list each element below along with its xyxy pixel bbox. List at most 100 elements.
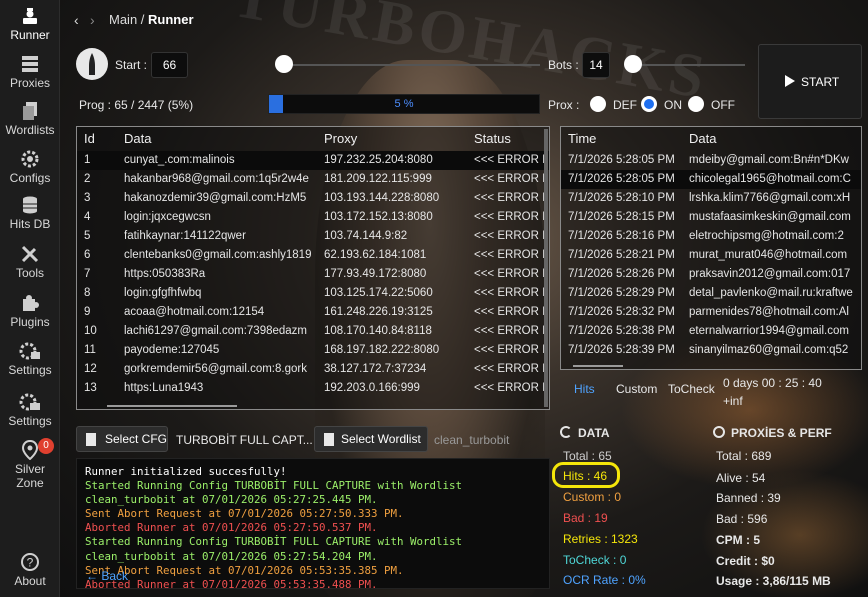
- sidebar-item-tools[interactable]: Tools: [0, 244, 60, 280]
- hits-row[interactable]: 7/1/2026 5:28:10 PM lrshka.klim7766@gmail…: [561, 189, 861, 208]
- hits-table-hscroll[interactable]: [573, 365, 623, 367]
- start-slider-track[interactable]: [280, 64, 540, 66]
- prox-on-label: ON: [664, 98, 682, 112]
- proxy-bad: Bad : 596: [716, 512, 768, 526]
- tab-tocheck[interactable]: ToCheck: [668, 382, 715, 396]
- prox-label: Prox :: [548, 98, 580, 112]
- select-cfg-button[interactable]: Select CFG: [76, 426, 168, 452]
- hits-row[interactable]: 7/1/2026 5:28:29 PM detal_pavlenko@mail.r…: [561, 284, 861, 303]
- back-button[interactable]: ← Back: [86, 569, 128, 583]
- hits-cell-data: eternalwarrior1994@gmail.com: [689, 325, 849, 337]
- table-row[interactable]: 10 lachi61297@gmail.com:7398edazm 108.170.…: [77, 322, 549, 341]
- cell-status: <<< ERROR I: [474, 249, 544, 261]
- sidebar-item-runner[interactable]: Runner: [0, 6, 60, 42]
- hits-row[interactable]: 7/1/2026 5:28:32 PM parmenides78@hotmail.…: [561, 303, 861, 322]
- hits-cell-data: sinanyilmaz60@gmail.com:q52: [689, 344, 849, 356]
- prox-radio-off[interactable]: [688, 96, 704, 112]
- sidebar-item-proxies[interactable]: Proxies: [0, 54, 60, 90]
- data-total: Total : 65: [563, 449, 612, 463]
- table-row[interactable]: 6 clentebanks0@gmail.com:ashly1819 62.193.…: [77, 246, 549, 265]
- log-line: Sent Abort Request at 07/01/2026 05:27:5…: [85, 507, 404, 521]
- hits-cell-data: eletrochipsmg@hotmail.com:2: [689, 230, 844, 242]
- sidebar-item-hits-db[interactable]: Hits DB: [0, 195, 60, 231]
- table-row[interactable]: 3 hakanozdemir39@gmail.com:HzM5 103.193.14…: [77, 189, 549, 208]
- database-icon: [19, 195, 41, 215]
- sidebar-item-configs[interactable]: Configs: [0, 149, 60, 185]
- puzzle-icon: [19, 293, 41, 313]
- table-row[interactable]: 1 cunyat_.com:malinois 197.232.25.204:8080…: [77, 151, 549, 170]
- files-icon: [19, 101, 41, 121]
- cell-status: <<< ERROR I: [474, 306, 544, 318]
- nav-back-icon[interactable]: ‹: [74, 12, 79, 28]
- hits-row[interactable]: 7/1/2026 5:28:21 PM murat_murat046@hotmai…: [561, 246, 861, 265]
- table-row[interactable]: 2 hakanbar968@gmail.com:1q5r2w4e 181.209.1…: [77, 170, 549, 189]
- table-row[interactable]: 9 acoaa@hotmail.com:12154 161.248.226.19:3…: [77, 303, 549, 322]
- file-icon: [324, 433, 334, 446]
- data-table[interactable]: Id Data Proxy Status 1 cunyat_.com:malino…: [76, 126, 550, 410]
- cell-proxy: 168.197.182.222:8080: [324, 344, 440, 356]
- sidebar-item-settings-sb[interactable]: Settings: [0, 341, 60, 377]
- table-row[interactable]: 11 payodeme:127045 168.197.182.222:8080 <<<…: [77, 341, 549, 360]
- log-line: clean_turbobit at 07/01/2026 05:27:25.44…: [85, 493, 378, 507]
- start-input[interactable]: 66: [151, 52, 188, 78]
- cell-id: 8: [84, 287, 91, 299]
- hits-row[interactable]: 7/1/2026 5:28:05 PM mdeiby@gmail.com:Bn#n…: [561, 151, 861, 170]
- bots-slider-track[interactable]: [630, 64, 745, 66]
- hits-cell-time: 7/1/2026 5:28:05 PM: [568, 154, 675, 166]
- cell-status: <<< ERROR I: [474, 154, 544, 166]
- cell-proxy: 161.248.226.19:3125: [324, 306, 433, 318]
- data-table-scrollbar[interactable]: [544, 129, 548, 407]
- cell-data: cunyat_.com:malinois: [124, 154, 235, 166]
- nav-forward-icon[interactable]: ›: [90, 12, 95, 28]
- select-wordlist-button[interactable]: Select Wordlist: [314, 426, 428, 452]
- cell-id: 12: [84, 363, 97, 375]
- cell-data: fatihkaynar:141122qwer: [124, 230, 246, 242]
- table-row[interactable]: 7 https:050383Ra 177.93.49.172:8080 <<< ERR…: [77, 265, 549, 284]
- start-button[interactable]: START: [758, 44, 862, 119]
- sidebar-item-plugins[interactable]: Plugins: [0, 293, 60, 329]
- server-icon: [19, 54, 41, 74]
- notification-badge: 0: [38, 438, 54, 454]
- hits-row[interactable]: 7/1/2026 5:28:05 PM chicolegal1965@hotmai…: [561, 170, 861, 189]
- table-row[interactable]: 4 login:jqxcegwcsn 103.172.152.13:8080 <<< …: [77, 208, 549, 227]
- hits-row[interactable]: 7/1/2026 5:28:38 PM eternalwarrior1994@gm…: [561, 322, 861, 341]
- tab-custom[interactable]: Custom: [616, 382, 657, 396]
- table-row[interactable]: 13 https:Luna1943 192.203.0.166:999 <<< ERR…: [77, 379, 549, 398]
- hits-row[interactable]: 7/1/2026 5:28:26 PM praksavin2012@gmail.c…: [561, 265, 861, 284]
- hits-row[interactable]: 7/1/2026 5:28:16 PM eletrochipsmg@hotmail…: [561, 227, 861, 246]
- hits-row[interactable]: 7/1/2026 5:28:39 PM sinanyilmaz60@gmail.c…: [561, 341, 861, 360]
- log-line: Sent Abort Request at 07/01/2026 05:53:3…: [85, 563, 404, 577]
- cell-status: <<< ERROR I: [474, 382, 544, 394]
- hits-table[interactable]: Time Data 7/1/2026 5:28:05 PM mdeiby@gmai…: [560, 126, 862, 370]
- tab-hits[interactable]: Hits: [574, 382, 595, 396]
- sidebar-item-about[interactable]: ? About: [0, 552, 60, 588]
- bots-input[interactable]: 14: [582, 52, 610, 78]
- prox-radio-def[interactable]: [590, 96, 606, 112]
- perf-credit: Credit : $0: [716, 554, 775, 568]
- table-row[interactable]: 8 login:gfgfhfwbq 103.125.174.22:5060 <<< E…: [77, 284, 549, 303]
- data-custom: Custom : 0: [563, 490, 622, 504]
- sidebar-item-wordlists[interactable]: Wordlists: [0, 101, 60, 137]
- hits-cell-time: 7/1/2026 5:28:16 PM: [568, 230, 675, 242]
- sidebar-item-silver-zone[interactable]: 0 Silver Zone: [0, 438, 60, 490]
- runner-log[interactable]: Runner initialized succesfully! Started R…: [76, 458, 550, 589]
- data-table-hscroll[interactable]: [107, 405, 237, 407]
- hits-row[interactable]: 7/1/2026 5:28:15 PM mustafaasimkeskin@gma…: [561, 208, 861, 227]
- table-row[interactable]: 5 fatihkaynar:141122qwer 103.74.144.9:82 <<…: [77, 227, 549, 246]
- log-line: Aborted Runner at 07/01/2026 05:53:35.48…: [85, 577, 378, 589]
- cell-id: 5: [84, 230, 91, 242]
- cell-proxy: 197.232.25.204:8080: [324, 154, 433, 166]
- elapsed-time: 0 days 00 : 25 : 40: [723, 376, 822, 390]
- log-line: Started Running Config TURBOBİT FULL CAP…: [85, 535, 463, 549]
- start-slider-knob[interactable]: [275, 55, 293, 73]
- cfg-name: TURBOBİT FULL CAPT...: [176, 433, 313, 447]
- prox-radio-on[interactable]: [641, 96, 657, 112]
- cell-data: https:050383Ra: [124, 268, 206, 280]
- play-icon: [785, 75, 795, 87]
- log-line: Started Running Config TURBOBİT FULL CAP…: [85, 479, 463, 493]
- proxy-banned: Banned : 39: [716, 491, 781, 505]
- table-row[interactable]: 12 gorkremdemir56@gmail.com:8.gork 38.127.…: [77, 360, 549, 379]
- cell-proxy: 103.193.144.228:8080: [324, 192, 440, 204]
- sidebar-item-settings-core[interactable]: Settings: [0, 392, 60, 428]
- bots-slider-knob[interactable]: [624, 55, 642, 73]
